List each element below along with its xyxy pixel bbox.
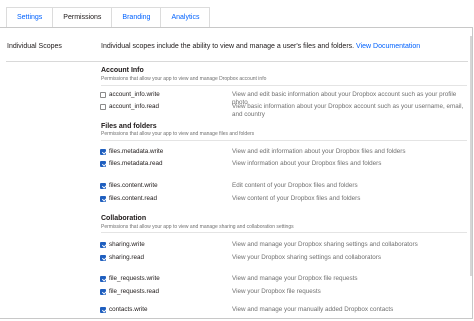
scope-description: View and edit information about your Dro… [232, 148, 406, 155]
scope-name: account_info.write [109, 91, 160, 98]
divider [6, 61, 468, 62]
individual-scopes-label: Individual Scopes [7, 43, 62, 50]
scope-checkbox[interactable] [100, 149, 106, 155]
section-title-account-info: Account Info [101, 67, 144, 74]
scope-name: files.metadata.read [109, 160, 163, 167]
section-title-files-and-folders: Files and folders [101, 123, 157, 130]
tab-settings[interactable]: Settings [6, 7, 53, 28]
scope-checkbox[interactable] [100, 307, 106, 313]
scope-name: file_requests.read [109, 288, 160, 295]
scope-name: files.content.write [109, 182, 158, 189]
section-subtitle-files-and-folders: Permissions that allow your app to view … [101, 131, 255, 137]
scrollbar[interactable] [470, 36, 472, 276]
scope-description: View your Dropbox sharing settings and c… [232, 254, 381, 261]
scope-description: View your Dropbox file requests [232, 288, 321, 295]
scope-checkbox[interactable] [100, 92, 106, 98]
scope-description: View and manage your manually added Drop… [232, 306, 394, 313]
scope-checkbox[interactable] [100, 196, 106, 202]
scope-checkbox[interactable] [100, 161, 106, 167]
scope-name: files.metadata.write [109, 148, 164, 155]
scope-checkbox[interactable] [100, 276, 106, 282]
scope-description: View basic information about your Dropbo… [232, 103, 464, 118]
scope-checkbox[interactable] [100, 242, 106, 248]
individual-scopes-description: Individual scopes include the ability to… [101, 43, 420, 50]
scope-description: Edit content of your Dropbox files and f… [232, 182, 358, 189]
scope-description: View information about your Dropbox file… [232, 160, 382, 167]
scope-name: sharing.read [109, 254, 145, 261]
tab-bar: Settings Permissions Branding Analytics [6, 7, 211, 28]
scope-name: file_requests.write [109, 275, 160, 282]
tab-permissions[interactable]: Permissions [52, 7, 112, 28]
section-divider [101, 232, 467, 233]
scope-description: View content of your Dropbox files and f… [232, 195, 361, 202]
intro-text: Individual scopes include the ability to… [101, 43, 355, 50]
tab-analytics[interactable]: Analytics [160, 7, 211, 28]
scope-checkbox[interactable] [100, 183, 106, 189]
scope-description: View and manage your Dropbox file reques… [232, 275, 358, 282]
scope-name: sharing.write [109, 241, 145, 248]
scope-checkbox[interactable] [100, 289, 106, 295]
section-divider [101, 140, 467, 141]
view-documentation-link[interactable]: View Documentation [356, 43, 420, 50]
scope-checkbox[interactable] [100, 255, 106, 261]
section-subtitle-account-info: Permissions that allow your app to view … [101, 76, 267, 82]
tab-branding[interactable]: Branding [111, 7, 161, 28]
section-divider [101, 85, 467, 86]
scope-name: account_info.read [109, 103, 160, 110]
section-subtitle-collaboration: Permissions that allow your app to view … [101, 224, 294, 230]
scope-name: files.content.read [109, 195, 157, 202]
section-title-collaboration: Collaboration [101, 215, 147, 222]
scope-checkbox[interactable] [100, 104, 106, 110]
scope-description: View and manage your Dropbox sharing set… [232, 241, 418, 248]
scope-name: contacts.write [109, 306, 148, 313]
